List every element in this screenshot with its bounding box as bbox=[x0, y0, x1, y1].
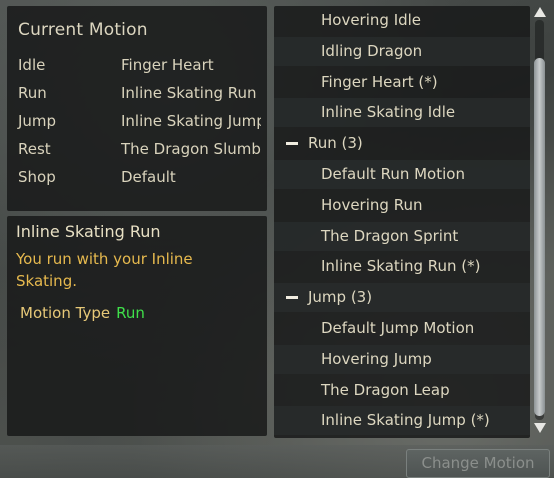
motion-type-value: Run bbox=[116, 304, 145, 322]
motion-list-item[interactable]: Hovering Idle bbox=[274, 6, 530, 35]
motion-item-label: Inline Skating Jump (*) bbox=[321, 411, 490, 430]
current-row-label: Jump bbox=[18, 112, 57, 130]
motion-group-label: Run (3) bbox=[308, 134, 363, 153]
current-motion-panel: Current Motion Idle Finger Heart Run Inl… bbox=[7, 6, 267, 211]
motion-type-line: Motion Type Run bbox=[20, 304, 145, 322]
collapse-minus-icon[interactable] bbox=[286, 296, 298, 300]
motion-item-label: Hovering Idle bbox=[321, 11, 422, 29]
current-row-value: Inline Skating Jump bbox=[121, 112, 261, 130]
scroll-down-icon[interactable] bbox=[533, 422, 547, 434]
motion-group-header[interactable]: Jump (3) bbox=[274, 283, 530, 313]
motion-item-label: Inline Skating Idle bbox=[321, 103, 456, 122]
collapse-minus-icon[interactable] bbox=[286, 142, 298, 146]
current-row-label: Idle bbox=[18, 56, 46, 74]
motion-item-label: Hovering Jump bbox=[321, 349, 432, 368]
motion-item-label: The Dragon Sprint bbox=[321, 226, 459, 245]
change-motion-button[interactable]: Change Motion bbox=[406, 449, 550, 478]
motion-group-label: Jump (3) bbox=[308, 288, 373, 307]
current-row-value: Inline Skating Run bbox=[121, 84, 257, 102]
motion-type-label: Motion Type bbox=[20, 304, 111, 322]
motion-list-item[interactable]: Default Run Motion bbox=[274, 160, 530, 189]
scroll-up-icon[interactable] bbox=[533, 6, 547, 18]
motion-list-item[interactable]: Inline Skating Run (*) bbox=[274, 252, 530, 281]
motion-group-header[interactable]: Run (3) bbox=[274, 129, 530, 158]
motion-item-label: Hovering Run bbox=[321, 195, 423, 214]
motion-item-label: The Dragon Leap bbox=[321, 380, 450, 399]
motion-list-item[interactable]: The Dragon Leap bbox=[274, 376, 530, 405]
motion-list-item[interactable]: The Dragon Sprint bbox=[274, 221, 530, 251]
motion-list-item[interactable]: Finger Heart (*) bbox=[274, 68, 530, 97]
motion-detail-description: You run with your Inline Skating. bbox=[16, 250, 193, 290]
motion-list: Hovering Idle Idling Dragon Finger Heart (… bbox=[274, 6, 530, 438]
motion-list-item[interactable]: Default Jump Motion bbox=[274, 314, 530, 343]
motion-list-item[interactable]: Inline Skating Jump (*) bbox=[274, 406, 530, 436]
current-row-value: The Dragon Slumber bbox=[121, 140, 261, 158]
motion-detail-panel: Inline Skating Run You run with your Inl… bbox=[7, 216, 267, 436]
scrollbar-thumb[interactable] bbox=[534, 58, 545, 416]
motion-detail-title: Inline Skating Run bbox=[16, 222, 161, 241]
motion-item-label: Default Run Motion bbox=[321, 165, 465, 183]
current-row-label: Shop bbox=[18, 168, 56, 186]
motion-item-label: Default Jump Motion bbox=[321, 319, 475, 337]
current-motion-title: Current Motion bbox=[18, 20, 148, 40]
motion-list-item[interactable]: Hovering Run bbox=[274, 191, 530, 220]
current-row-value: Finger Heart bbox=[121, 56, 214, 74]
current-row-value: Default bbox=[121, 168, 176, 186]
motion-list-scrollbar[interactable] bbox=[531, 6, 549, 438]
motion-list-item[interactable]: Idling Dragon bbox=[274, 36, 530, 66]
motion-list-item[interactable]: Inline Skating Idle bbox=[274, 98, 530, 128]
motion-item-label: Inline Skating Run (*) bbox=[321, 257, 481, 276]
current-row-label: Rest bbox=[18, 140, 51, 158]
motion-item-label: Idling Dragon bbox=[321, 41, 423, 60]
current-row-label: Run bbox=[18, 84, 47, 102]
motion-item-label: Finger Heart (*) bbox=[321, 72, 438, 91]
motion-list-item[interactable]: Hovering Jump bbox=[274, 344, 530, 374]
